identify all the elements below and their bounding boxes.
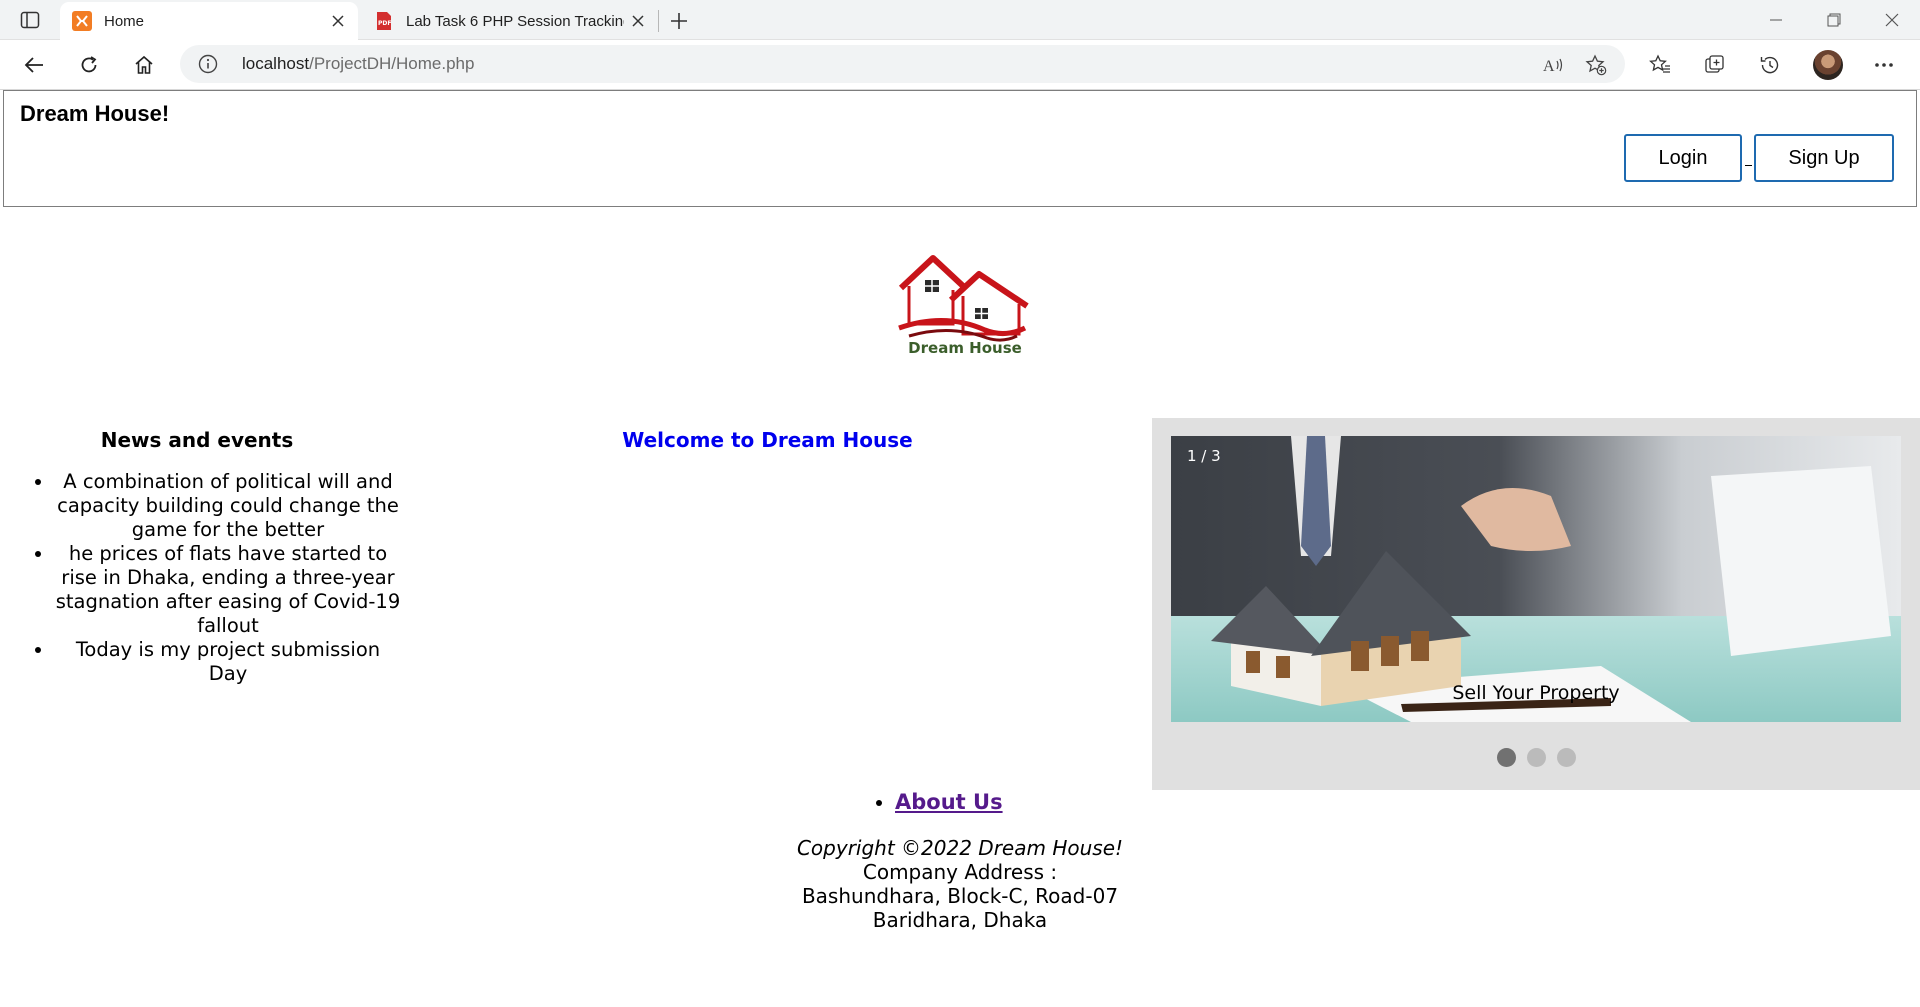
site-header: Dream House! Login Sign Up xyxy=(3,90,1917,207)
more-options-icon[interactable] xyxy=(1866,47,1902,83)
new-tab-button[interactable] xyxy=(664,6,694,36)
slide-dots xyxy=(1152,748,1920,767)
tab-home[interactable]: Home xyxy=(60,2,358,40)
news-list: A combination of political will and capa… xyxy=(22,470,402,686)
svg-text:PDF: PDF xyxy=(378,20,391,27)
collections-icon[interactable] xyxy=(1697,47,1733,83)
pdf-icon: PDF xyxy=(374,11,394,31)
xampp-icon xyxy=(72,11,92,31)
browser-tab-bar: Home PDF Lab Task 6 PHP Session Tracking xyxy=(0,0,1920,40)
welcome-heading: Welcome to Dream House xyxy=(622,428,913,452)
minimize-button[interactable] xyxy=(1748,0,1804,40)
slide-dot-1[interactable] xyxy=(1496,748,1516,767)
news-title: News and events xyxy=(100,428,294,452)
dream-house-logo: Dream House xyxy=(895,250,1035,360)
refresh-button[interactable] xyxy=(71,47,107,83)
url-path: /ProjectDH/Home.php xyxy=(309,54,475,73)
news-item: A combination of political will and capa… xyxy=(54,470,402,542)
site-info-icon[interactable] xyxy=(198,54,218,74)
site-footer: Copyright ©2022 Dream House! Company Add… xyxy=(660,836,1260,932)
footer-links: About Us xyxy=(895,790,1003,814)
news-item: he prices of flats have started to rise … xyxy=(54,542,402,638)
address-bar[interactable]: localhost/ProjectDH/Home.php A xyxy=(180,45,1625,83)
page-content: Dream House! Login Sign Up Dream House N… xyxy=(0,90,1920,1007)
slide-dot-2[interactable] xyxy=(1526,748,1546,767)
profile-avatar[interactable] xyxy=(1813,50,1843,80)
address-line-1: Bashundhara, Block-C, Road-07 xyxy=(801,884,1119,908)
slide-image[interactable]: 1 / 3 Sell Your Property xyxy=(1171,436,1901,722)
add-favorite-icon[interactable] xyxy=(1583,52,1609,78)
url-host: localhost xyxy=(242,54,310,73)
svg-text:A: A xyxy=(1543,58,1555,75)
site-brand: Dream House! xyxy=(20,101,170,126)
slide-dot-3[interactable] xyxy=(1556,748,1576,767)
browser-toolbar: localhost/ProjectDH/Home.php A xyxy=(0,40,1920,90)
back-button[interactable] xyxy=(16,47,52,83)
address-label: Company Address : xyxy=(862,860,1058,884)
close-tab-icon[interactable] xyxy=(324,7,352,35)
tab-title: Home xyxy=(104,12,145,30)
tab-title: Lab Task 6 PHP Session Tracking xyxy=(406,12,624,30)
copyright-text: Copyright ©2022 Dream House! xyxy=(796,836,1124,860)
tab-actions-icon[interactable] xyxy=(14,8,46,32)
close-window-button[interactable] xyxy=(1864,0,1920,40)
history-icon[interactable] xyxy=(1752,47,1788,83)
address-line-2: Baridhara, Dhaka xyxy=(872,908,1048,932)
restore-button[interactable] xyxy=(1806,0,1862,40)
favorites-icon[interactable] xyxy=(1642,47,1678,83)
home-button[interactable] xyxy=(126,47,162,83)
tab-lab-task[interactable]: PDF Lab Task 6 PHP Session Tracking xyxy=(362,2,658,40)
url-text[interactable]: localhost/ProjectDH/Home.php xyxy=(242,54,474,74)
tab-separator xyxy=(658,10,659,32)
signup-button[interactable]: Sign Up xyxy=(1754,134,1894,182)
news-item: Today is my project submission Day xyxy=(54,638,402,686)
slide-caption: Sell Your Property xyxy=(1452,682,1620,704)
slideshow: 1 / 3 Sell Your Property xyxy=(1152,418,1920,790)
news-section: News and events A combination of politic… xyxy=(22,428,402,686)
login-button[interactable]: Login xyxy=(1624,134,1742,182)
logo-text: Dream House xyxy=(908,339,1022,357)
button-separator xyxy=(1745,165,1752,166)
slide-counter: 1 / 3 xyxy=(1187,447,1221,465)
about-us-link[interactable]: About Us xyxy=(895,790,1003,814)
read-aloud-icon[interactable]: A xyxy=(1540,52,1566,78)
footer-link-item: About Us xyxy=(895,790,1003,814)
close-tab-icon[interactable] xyxy=(624,7,652,35)
